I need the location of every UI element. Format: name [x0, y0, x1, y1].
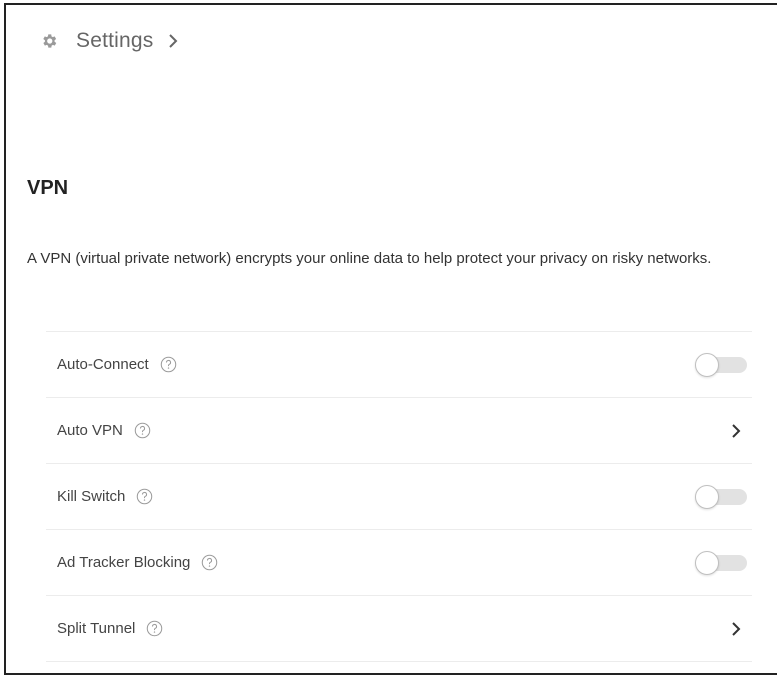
breadcrumb[interactable]: Settings [40, 29, 179, 53]
setting-label: Auto VPN [57, 422, 123, 439]
chevron-right-icon[interactable] [730, 422, 742, 440]
help-circle-icon[interactable] [201, 554, 218, 571]
chevron-right-icon[interactable] [730, 620, 742, 638]
setting-label: Auto-Connect [57, 356, 149, 373]
setting-split-tunnel[interactable]: Split Tunnel [46, 596, 752, 662]
setting-kill-switch[interactable]: Kill Switch [46, 464, 752, 530]
help-circle-icon[interactable] [160, 356, 177, 373]
gear-icon [43, 34, 57, 48]
setting-label: Split Tunnel [57, 620, 136, 637]
help-circle-icon[interactable] [146, 620, 163, 637]
help-circle-icon[interactable] [134, 422, 151, 439]
setting-ad-tracker-blocking[interactable]: Ad Tracker Blocking [46, 530, 752, 596]
section-description: A VPN (virtual private network) encrypts… [27, 250, 712, 267]
settings-list: Auto-Connect Auto VPN Kill Switch Ad Tra… [46, 331, 752, 662]
page-title[interactable]: Settings [76, 29, 153, 53]
kill-switch-toggle[interactable] [695, 484, 750, 509]
auto-connect-toggle[interactable] [695, 352, 750, 377]
help-circle-icon[interactable] [136, 488, 153, 505]
setting-label: Kill Switch [57, 488, 126, 505]
setting-label: Ad Tracker Blocking [57, 554, 191, 571]
setting-auto-connect[interactable]: Auto-Connect [46, 332, 752, 398]
ad-tracker-blocking-toggle[interactable] [695, 550, 750, 575]
setting-auto-vpn[interactable]: Auto VPN [46, 398, 752, 464]
section-title: VPN [27, 177, 69, 199]
chevron-right-icon[interactable] [167, 32, 179, 50]
settings-panel: Settings VPN A VPN (virtual private netw… [4, 3, 777, 675]
